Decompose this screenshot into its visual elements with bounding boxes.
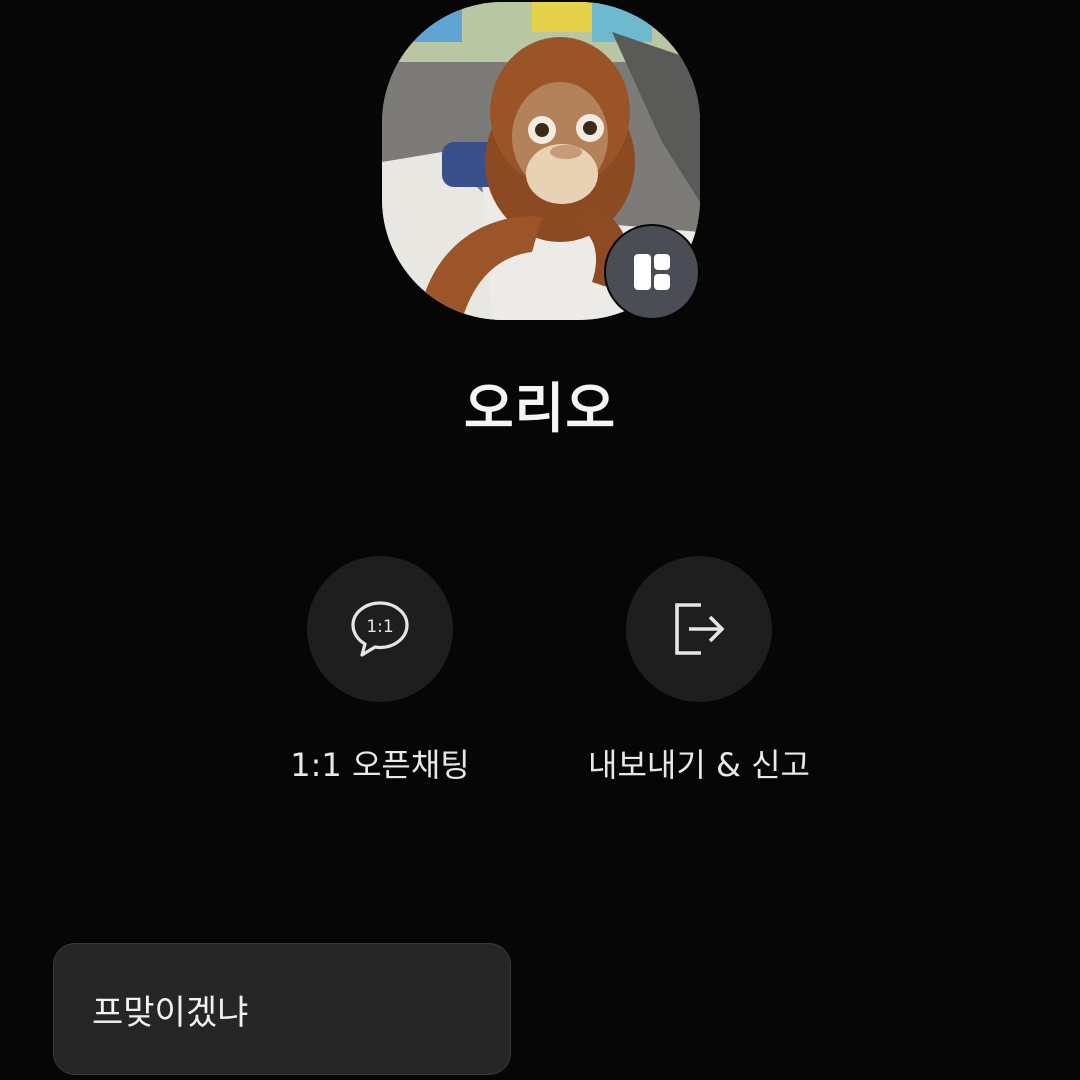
chat-icon-text: 1:1 <box>366 617 393 637</box>
profile-name: 오리오 <box>463 377 617 440</box>
action-open-chat[interactable]: 1:1 1:1 오픈채팅 <box>230 556 530 786</box>
profile-screen: 오리오 1:1 1:1 오픈채팅 내보내기 & 신고 프맞이겠냐 <box>0 0 1080 1080</box>
profile-avatar-container <box>382 2 700 320</box>
open-chat-label: 1:1 오픈채팅 <box>290 746 470 784</box>
chat-bubble-1to1-icon: 1:1 <box>351 601 409 657</box>
open-chat-button[interactable]: 1:1 <box>307 556 453 702</box>
export-report-label: 내보내기 & 신고 <box>588 746 810 784</box>
profile-badge[interactable] <box>604 224 700 320</box>
open-profile-icon <box>634 254 670 290</box>
exit-arrow-icon <box>675 603 725 655</box>
export-report-button[interactable] <box>626 556 772 702</box>
toast-message: 프맞이겠냐 <box>53 943 511 1075</box>
open-profile-badge <box>606 226 698 318</box>
action-export-report[interactable]: 내보내기 & 신고 <box>549 556 849 786</box>
